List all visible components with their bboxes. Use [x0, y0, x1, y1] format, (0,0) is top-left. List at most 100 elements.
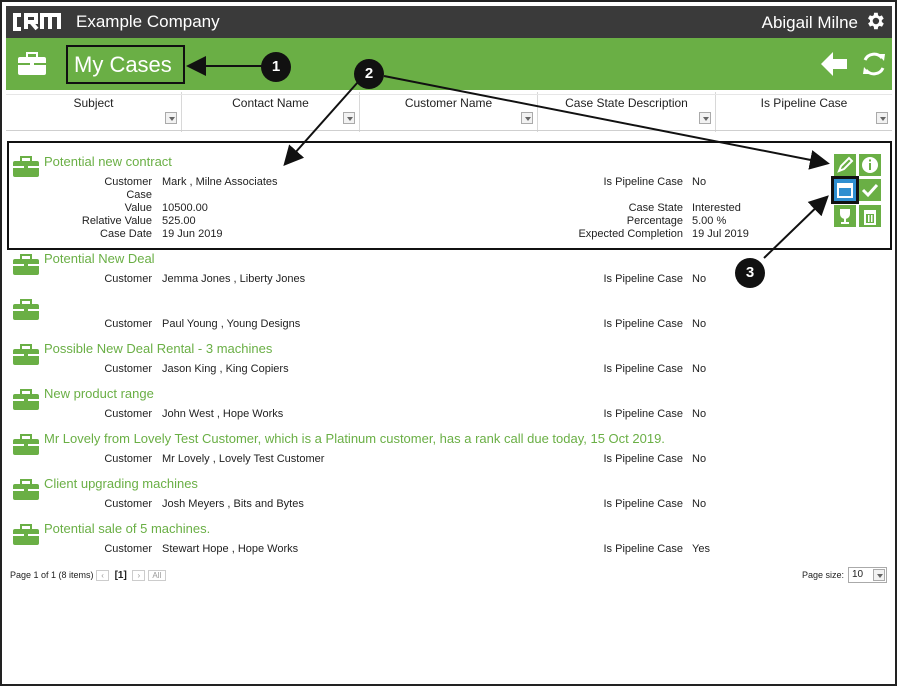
- relative-value-label: Relative Value: [81, 215, 152, 227]
- refresh-icon[interactable]: [860, 50, 888, 78]
- case-state-value: Interested: [692, 202, 741, 214]
- customer-value: Paul Young , Young Designs: [162, 318, 301, 330]
- column-contact-name[interactable]: Contact Name: [182, 92, 360, 132]
- user-name[interactable]: Abigail Milne: [762, 13, 858, 33]
- is-pipeline-value: No: [692, 453, 707, 465]
- column-customer-name[interactable]: Customer Name: [360, 92, 538, 132]
- expected-completion-value: 19 Jul 2019: [692, 228, 749, 240]
- customer-label: Customer: [104, 318, 152, 330]
- column-is-pipeline-case[interactable]: Is Pipeline Case: [716, 92, 892, 132]
- customer-value: Jemma Jones , Liberty Jones: [162, 273, 306, 285]
- customer-value: Josh Meyers , Bits and Bytes: [162, 498, 304, 510]
- page-title: My Cases: [66, 45, 185, 84]
- current-page: [1]: [114, 570, 127, 581]
- crm-logo: [13, 13, 61, 31]
- customer-value: Mr Lovely , Lovely Test Customer: [162, 453, 325, 465]
- show-all-button[interactable]: All: [147, 570, 166, 582]
- case-title[interactable]: Potential new contract: [44, 154, 172, 169]
- relative-value-value: 525.00: [162, 215, 196, 227]
- is-pipeline-value: No: [692, 408, 707, 420]
- customer-label: Customer: [104, 273, 152, 285]
- customer-value: Jason King , King Copiers: [162, 363, 289, 375]
- case-state-label: Case State: [628, 202, 683, 214]
- customer-value: Mark , Milne Associates: [162, 176, 278, 188]
- calendar-icon: [837, 183, 853, 198]
- column-label: Case State Description: [565, 96, 688, 110]
- case-title[interactable]: New product range: [44, 386, 154, 401]
- pager-info: Page 1 of 1 (8 items): [10, 570, 94, 580]
- trophy-icon: [840, 209, 850, 224]
- calendar-button[interactable]: [831, 176, 859, 204]
- case-title[interactable]: Possible New Deal Rental - 3 machines: [44, 341, 272, 356]
- case-label: Case: [126, 189, 152, 201]
- pencil-icon: [837, 156, 854, 173]
- column-label: Subject: [73, 96, 114, 110]
- case-title[interactable]: Mr Lovely from Lovely Test Customer, whi…: [44, 431, 665, 446]
- value-label: Value: [124, 202, 152, 214]
- pager: Page 1 of 1 (8 items) ‹ [1] › All: [10, 570, 166, 582]
- callout-2: 2: [354, 59, 384, 89]
- customer-label: Customer: [104, 176, 152, 188]
- case-item[interactable]: Potential sale of 5 machines. Customer S…: [12, 520, 882, 560]
- page-size-select[interactable]: 10: [848, 567, 887, 583]
- case-title[interactable]: Client upgrading machines: [44, 476, 198, 491]
- edit-button[interactable]: [834, 154, 856, 176]
- filter-dropdown-icon[interactable]: [876, 112, 888, 124]
- column-label: Customer Name: [404, 96, 493, 110]
- filter-dropdown-icon[interactable]: [699, 112, 711, 124]
- filter-dropdown-icon[interactable]: [165, 112, 177, 124]
- column-subject[interactable]: Subject: [6, 92, 182, 132]
- back-arrow-icon[interactable]: [819, 51, 849, 77]
- case-date-label: Case Date: [100, 228, 152, 240]
- is-pipeline-label: Is Pipeline Case: [603, 176, 684, 188]
- customer-label: Customer: [104, 543, 152, 555]
- column-label: Contact Name: [232, 96, 309, 110]
- customer-value: John West , Hope Works: [162, 408, 284, 420]
- case-item[interactable]: Client upgrading machines Customer Josh …: [12, 475, 882, 515]
- page-size-value: 10: [852, 569, 864, 580]
- delete-button[interactable]: [859, 205, 881, 227]
- page-header: My Cases: [6, 38, 892, 90]
- case-item[interactable]: New product range Customer John West , H…: [12, 385, 882, 425]
- column-case-state-description[interactable]: Case State Description: [538, 92, 716, 132]
- customer-label: Customer: [104, 453, 152, 465]
- is-pipeline-label: Is Pipeline Case: [603, 363, 684, 375]
- info-button[interactable]: [859, 154, 881, 176]
- customer-label: Customer: [104, 363, 152, 375]
- case-title[interactable]: Potential New Deal: [44, 251, 155, 266]
- is-pipeline-value: No: [692, 498, 707, 510]
- is-pipeline-label: Is Pipeline Case: [603, 273, 684, 285]
- column-label: Is Pipeline Case: [760, 96, 848, 110]
- filter-dropdown-icon[interactable]: [521, 112, 533, 124]
- info-icon: [862, 157, 878, 173]
- page-size-label: Page size:: [802, 570, 845, 580]
- is-pipeline-label: Is Pipeline Case: [603, 408, 684, 420]
- percentage-label: Percentage: [626, 215, 683, 227]
- is-pipeline-value: Yes: [692, 543, 710, 555]
- case-title[interactable]: Potential sale of 5 machines.: [44, 521, 210, 536]
- win-button[interactable]: [834, 205, 856, 227]
- case-item[interactable]: Potential new contract Customer Mark , M…: [12, 152, 882, 247]
- briefcase-icon: [13, 156, 39, 177]
- is-pipeline-label: Is Pipeline Case: [603, 498, 684, 510]
- top-bar: Example Company Abigail Milne: [6, 6, 892, 38]
- complete-button[interactable]: [859, 179, 881, 201]
- chevron-down-icon[interactable]: [873, 569, 885, 581]
- filter-dropdown-icon[interactable]: [343, 112, 355, 124]
- case-item[interactable]: Possible New Deal Rental - 3 machines Cu…: [12, 340, 882, 380]
- prev-page-button[interactable]: ‹: [96, 570, 110, 582]
- case-item[interactable]: Customer Paul Young , Young Designs Is P…: [12, 295, 882, 335]
- case-item[interactable]: Mr Lovely from Lovely Test Customer, whi…: [12, 430, 882, 470]
- next-page-button[interactable]: ›: [132, 570, 146, 582]
- gear-icon[interactable]: [864, 10, 886, 32]
- customer-label: Customer: [104, 498, 152, 510]
- column-header-row: Subject Contact Name Customer Name Case …: [6, 92, 892, 132]
- customer-value: Stewart Hope , Hope Works: [162, 543, 299, 555]
- is-pipeline-value: No: [692, 363, 707, 375]
- divider: [6, 94, 892, 95]
- case-date-value: 19 Jun 2019: [162, 228, 223, 240]
- trash-icon: [864, 210, 876, 225]
- is-pipeline-label: Is Pipeline Case: [603, 318, 684, 330]
- briefcase-icon: [18, 52, 46, 75]
- is-pipeline-label: Is Pipeline Case: [603, 543, 684, 555]
